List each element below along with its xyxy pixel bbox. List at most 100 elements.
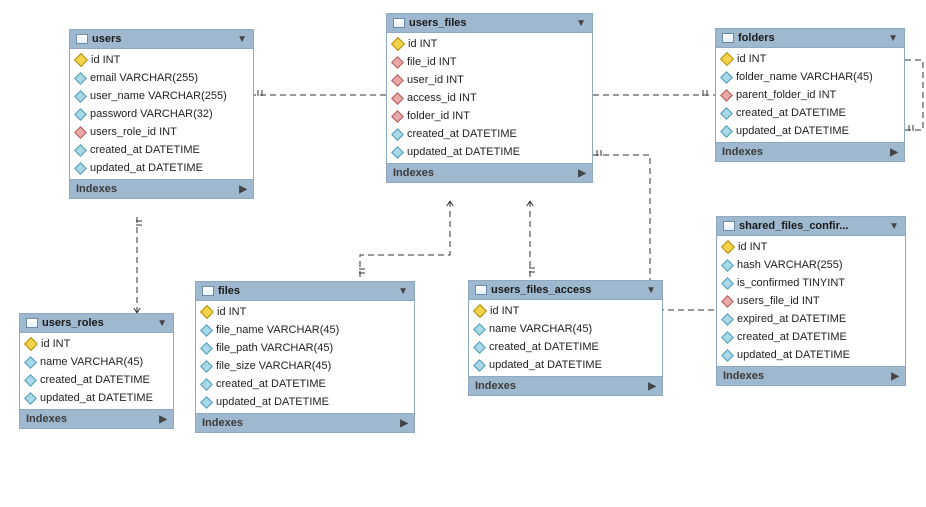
entity-icon [76, 34, 88, 44]
column[interactable]: id INT [20, 335, 173, 353]
collapse-icon[interactable]: ▼ [889, 221, 899, 232]
entity-header[interactable]: users_files ▼ [387, 14, 592, 33]
column[interactable]: is_confirmed TINYINT [717, 274, 905, 292]
column[interactable]: password VARCHAR(32) [70, 105, 253, 123]
column[interactable]: created_at DATETIME [387, 125, 592, 143]
expand-icon[interactable]: ▶ [890, 147, 898, 158]
expand-icon[interactable]: ▶ [239, 184, 247, 195]
entity-users-files[interactable]: users_files ▼ id INT file_id INT user_id… [386, 13, 593, 183]
expand-icon[interactable]: ▶ [648, 381, 656, 392]
entity-folders[interactable]: folders ▼ id INT folder_name VARCHAR(45)… [715, 28, 905, 162]
column[interactable]: updated_at DATETIME [20, 389, 173, 407]
expand-icon[interactable]: ▶ [578, 168, 586, 179]
expand-icon[interactable]: ▶ [891, 371, 899, 382]
column[interactable]: created_at DATETIME [20, 371, 173, 389]
column[interactable]: email VARCHAR(255) [70, 69, 253, 87]
indexes-section[interactable]: Indexes ▶ [387, 163, 592, 182]
collapse-icon[interactable]: ▼ [576, 18, 586, 29]
column[interactable]: updated_at DATETIME [196, 393, 414, 411]
entity-header[interactable]: files ▼ [196, 282, 414, 301]
fk-icon [391, 74, 404, 87]
entity-users-files-access[interactable]: users_files_access ▼ id INT name VARCHAR… [468, 280, 663, 396]
column[interactable]: id INT [387, 35, 592, 53]
column-list: id INT file_id INT user_id INT access_id… [387, 33, 592, 163]
column[interactable]: parent_folder_id INT [716, 86, 904, 104]
column[interactable]: created_at DATETIME [717, 328, 905, 346]
entity-header[interactable]: users_roles ▼ [20, 314, 173, 333]
entity-shared-files-confirm[interactable]: shared_files_confir... ▼ id INT hash VAR… [716, 216, 906, 386]
column[interactable]: users_file_id INT [717, 292, 905, 310]
column[interactable]: created_at DATETIME [196, 375, 414, 393]
collapse-icon[interactable]: ▼ [237, 34, 247, 45]
column[interactable]: updated_at DATETIME [716, 122, 904, 140]
entity-title: files [218, 285, 240, 297]
collapse-icon[interactable]: ▼ [157, 318, 167, 329]
column-list: id INT name VARCHAR(45) created_at DATET… [469, 300, 662, 376]
entity-icon [722, 33, 734, 43]
column[interactable]: file_name VARCHAR(45) [196, 321, 414, 339]
column[interactable]: id INT [469, 302, 662, 320]
indexes-label: Indexes [26, 413, 67, 425]
entity-title: shared_files_confir... [739, 220, 848, 232]
entity-title: users [92, 33, 121, 45]
column[interactable]: file_size VARCHAR(45) [196, 357, 414, 375]
column[interactable]: hash VARCHAR(255) [717, 256, 905, 274]
column[interactable]: file_id INT [387, 53, 592, 71]
attr-icon [24, 374, 37, 387]
column[interactable]: updated_at DATETIME [469, 356, 662, 374]
attr-icon [200, 324, 213, 337]
collapse-icon[interactable]: ▼ [888, 33, 898, 44]
indexes-label: Indexes [76, 183, 117, 195]
attr-icon [24, 356, 37, 369]
entity-icon [26, 318, 38, 328]
expand-icon[interactable]: ▶ [400, 418, 408, 429]
attr-icon [391, 128, 404, 141]
entity-users[interactable]: users ▼ id INT email VARCHAR(255) user_n… [69, 29, 254, 199]
entity-files[interactable]: files ▼ id INT file_name VARCHAR(45) fil… [195, 281, 415, 433]
indexes-section[interactable]: Indexes ▶ [20, 409, 173, 428]
fk-icon [391, 92, 404, 105]
column[interactable]: users_role_id INT [70, 123, 253, 141]
column[interactable]: user_name VARCHAR(255) [70, 87, 253, 105]
collapse-icon[interactable]: ▼ [398, 286, 408, 297]
column[interactable]: user_id INT [387, 71, 592, 89]
entity-users-roles[interactable]: users_roles ▼ id INT name VARCHAR(45) cr… [19, 313, 174, 429]
column[interactable]: updated_at DATETIME [387, 143, 592, 161]
column[interactable]: name VARCHAR(45) [469, 320, 662, 338]
column[interactable]: id INT [716, 50, 904, 68]
column[interactable]: id INT [70, 51, 253, 69]
indexes-section[interactable]: Indexes ▶ [717, 366, 905, 385]
entity-header[interactable]: folders ▼ [716, 29, 904, 48]
column[interactable]: updated_at DATETIME [717, 346, 905, 364]
column[interactable]: id INT [717, 238, 905, 256]
expand-icon[interactable]: ▶ [159, 414, 167, 425]
column[interactable]: updated_at DATETIME [70, 159, 253, 177]
collapse-icon[interactable]: ▼ [646, 285, 656, 296]
entity-header[interactable]: users_files_access ▼ [469, 281, 662, 300]
column[interactable]: created_at DATETIME [70, 141, 253, 159]
entity-icon [723, 221, 735, 231]
pk-icon [74, 53, 88, 67]
indexes-section[interactable]: Indexes ▶ [196, 413, 414, 432]
indexes-section[interactable]: Indexes ▶ [469, 376, 662, 395]
attr-icon [721, 349, 734, 362]
indexes-section[interactable]: Indexes ▶ [70, 179, 253, 198]
column[interactable]: expired_at DATETIME [717, 310, 905, 328]
column[interactable]: file_path VARCHAR(45) [196, 339, 414, 357]
column[interactable]: id INT [196, 303, 414, 321]
attr-icon [721, 277, 734, 290]
entity-title: users_roles [42, 317, 104, 329]
pk-icon [200, 305, 214, 319]
column[interactable]: created_at DATETIME [469, 338, 662, 356]
indexes-section[interactable]: Indexes ▶ [716, 142, 904, 161]
column-list: id INT name VARCHAR(45) created_at DATET… [20, 333, 173, 409]
attr-icon [74, 108, 87, 121]
column[interactable]: folder_id INT [387, 107, 592, 125]
column[interactable]: access_id INT [387, 89, 592, 107]
column[interactable]: created_at DATETIME [716, 104, 904, 122]
entity-header[interactable]: shared_files_confir... ▼ [717, 217, 905, 236]
column[interactable]: name VARCHAR(45) [20, 353, 173, 371]
entity-header[interactable]: users ▼ [70, 30, 253, 49]
column[interactable]: folder_name VARCHAR(45) [716, 68, 904, 86]
entity-icon [475, 285, 487, 295]
